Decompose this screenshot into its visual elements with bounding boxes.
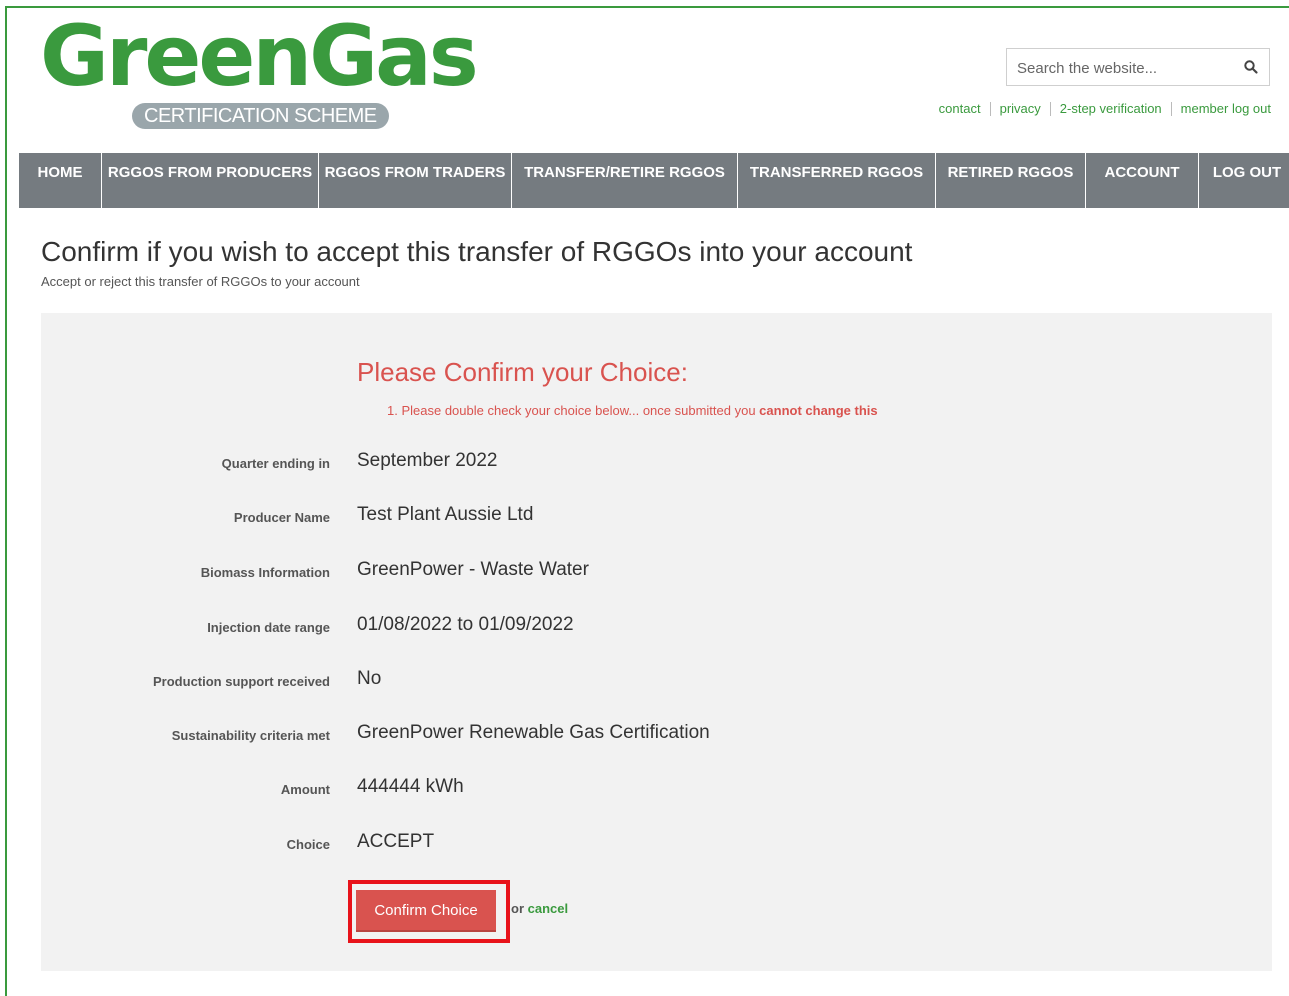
two-step-verification-link[interactable]: 2-step verification	[1060, 101, 1162, 116]
main-nav: HOME RGGOS FROM PRODUCERS RGGOS FROM TRA…	[19, 153, 1289, 208]
warning-text: 1. Please double check your choice below…	[387, 403, 760, 418]
nav-rggos-from-traders[interactable]: RGGOS FROM TRADERS	[319, 153, 512, 208]
confirmation-panel: Please Confirm your Choice: 1. Please do…	[41, 313, 1272, 971]
or-text: or	[511, 901, 528, 916]
field-value: September 2022	[357, 450, 498, 471]
contact-link[interactable]: contact	[939, 101, 981, 116]
nav-rggos-from-producers[interactable]: RGGOS FROM PRODUCERS	[102, 153, 319, 208]
confirm-choice-button[interactable]: Confirm Choice	[356, 890, 496, 930]
field-row: Production support received No	[41, 668, 1272, 698]
field-row: Injection date range 01/08/2022 to 01/09…	[41, 614, 1272, 644]
field-row: Biomass Information GreenPower - Waste W…	[41, 559, 1272, 589]
nav-transferred-rggos[interactable]: TRANSFERRED RGGOS	[738, 153, 936, 208]
field-row: Quarter ending in September 2022	[41, 450, 1272, 480]
field-label: Quarter ending in	[221, 456, 330, 471]
field-value: No	[357, 668, 382, 689]
field-value: 444444 kWh	[357, 776, 464, 797]
field-label: Biomass Information	[200, 565, 330, 580]
field-value: Test Plant Aussie Ltd	[357, 504, 534, 525]
member-logout-link[interactable]: member log out	[1181, 101, 1271, 116]
divider	[1049, 101, 1051, 116]
divider	[989, 101, 991, 116]
confirm-warning: 1. Please double check your choice below…	[387, 403, 878, 418]
field-label: Production support received	[153, 674, 330, 689]
nav-retired-rggos[interactable]: RETIRED RGGOS	[936, 153, 1086, 208]
nav-log-out[interactable]: LOG OUT	[1199, 153, 1289, 208]
field-label: Injection date range	[207, 620, 330, 635]
site-logo[interactable]: GreenGas CERTIFICATION SCHEME	[40, 8, 480, 133]
field-label: Producer Name	[233, 510, 330, 525]
field-value: ACCEPT	[357, 831, 435, 852]
page-subtitle: Accept or reject this transfer of RGGOs …	[41, 274, 360, 289]
field-value: GreenPower Renewable Gas Certification	[357, 722, 710, 743]
logo-wordmark: GreenGas	[40, 7, 479, 105]
highlight-box: Confirm Choice	[348, 880, 510, 943]
confirm-heading: Please Confirm your Choice:	[357, 357, 688, 387]
privacy-link[interactable]: privacy	[1000, 101, 1041, 116]
nav-transfer-retire-rggos[interactable]: TRANSFER/RETIRE RGGOS	[512, 153, 738, 208]
logo-subtitle: CERTIFICATION SCHEME	[132, 103, 389, 129]
field-row: Choice ACCEPT	[41, 831, 1272, 861]
cancel-link[interactable]: cancel	[528, 901, 568, 916]
utility-links: contact privacy 2-step verification memb…	[939, 101, 1271, 116]
field-label: Amount	[280, 782, 330, 797]
field-label: Sustainability criteria met	[171, 728, 330, 743]
field-row: Producer Name Test Plant Aussie Ltd	[41, 504, 1272, 534]
search-input[interactable]	[1015, 55, 1239, 81]
warning-emphasis: cannot change this	[759, 403, 878, 418]
field-row: Amount 444444 kWh	[41, 776, 1272, 806]
field-value: 01/08/2022 to 01/09/2022	[357, 614, 574, 635]
field-value: GreenPower - Waste Water	[357, 559, 589, 580]
field-row: Sustainability criteria met GreenPower R…	[41, 722, 1272, 752]
page-title: Confirm if you wish to accept this trans…	[41, 236, 913, 267]
nav-home[interactable]: HOME	[19, 153, 102, 208]
divider	[1170, 101, 1172, 116]
field-label: Choice	[286, 837, 330, 852]
site-search	[1006, 48, 1270, 86]
search-icon[interactable]	[1243, 59, 1259, 75]
nav-account[interactable]: ACCOUNT	[1086, 153, 1199, 208]
cancel-line: or cancel	[511, 901, 568, 916]
